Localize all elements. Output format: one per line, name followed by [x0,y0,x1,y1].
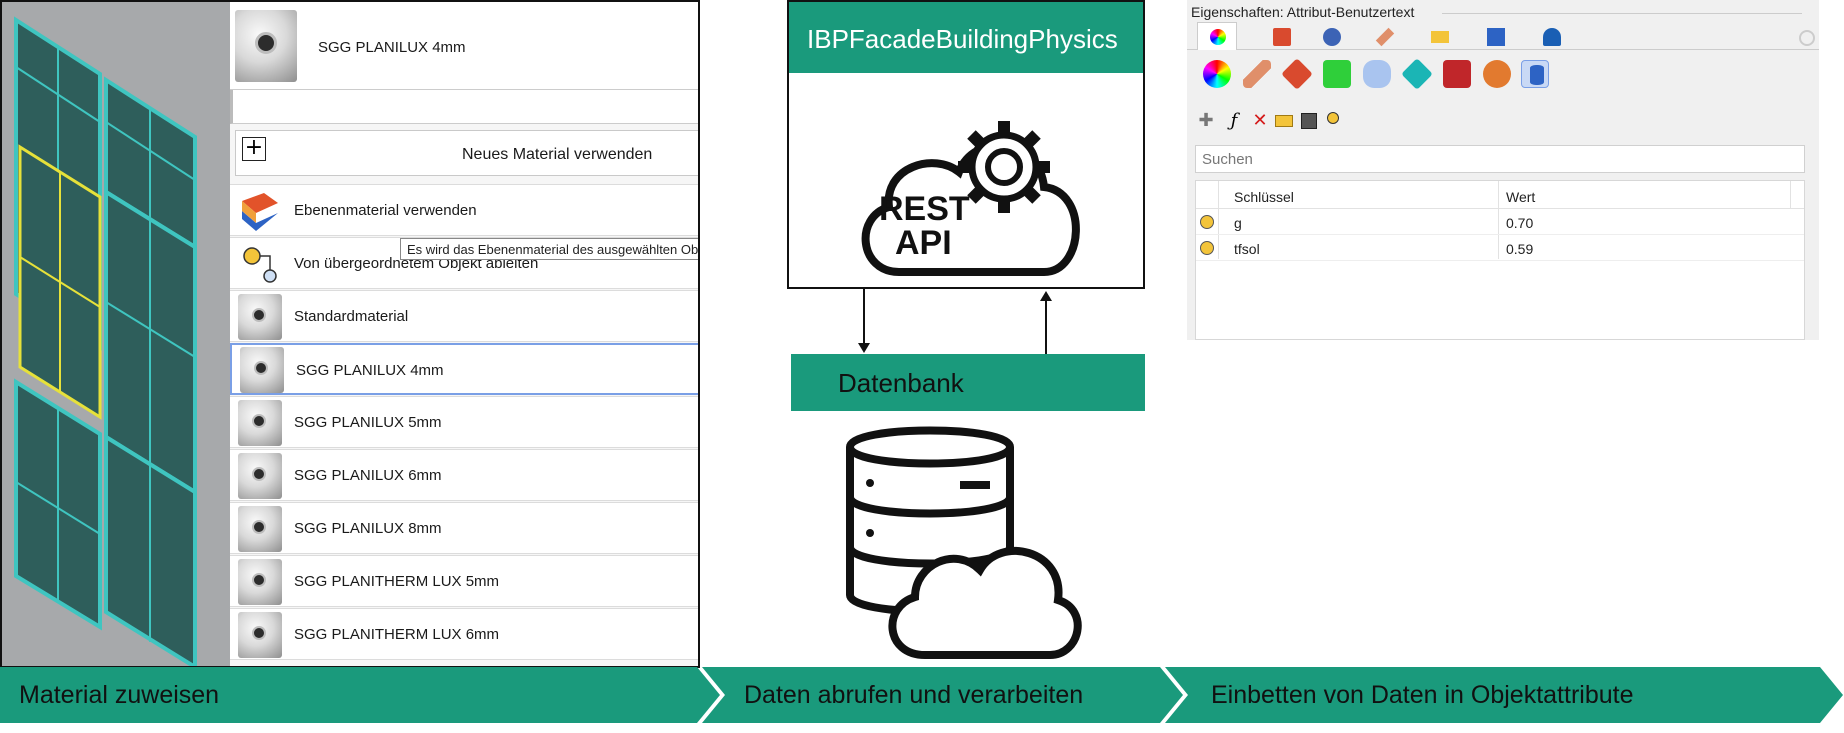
attribute-dot-icon [1200,241,1214,255]
material-option-planitherm-5mm[interactable]: SGG PLANITHERM LUX 5mm [230,555,698,607]
api-text: API [895,224,952,262]
material-option-label: SGG PLANITHERM LUX 5mm [294,573,500,590]
material-option-planitherm-6mm[interactable]: SGG PLANITHERM LUX 6mm [230,608,698,660]
material-option-label: Ebenenmaterial verwenden [294,202,477,219]
color-wheel-icon [1210,29,1226,45]
column-header-key[interactable]: Schlüssel [1234,189,1294,205]
figure: SGG PLANILUX 4mm + Neues Material verwen… [0,0,1844,733]
facade-model [14,16,197,666]
tab-pen[interactable] [1375,27,1395,47]
key-value-toolbar: ✚ ƒ ✕ [1187,110,1387,136]
properties-tabs [1187,22,1819,50]
function-icon[interactable]: ƒ [1223,110,1245,132]
material-sphere-icon [238,400,282,446]
material-option-planilux-6mm[interactable]: SGG PLANILUX 6mm [230,449,698,501]
material-option-label: SGG PLANILUX 8mm [294,520,442,537]
material-list-panel: SGG PLANILUX 4mm + Neues Material verwen… [230,2,698,666]
layer-material-icon [242,193,278,231]
row-key: tfsol [1234,241,1260,257]
surface-icon[interactable] [1323,60,1351,88]
arrow-down-icon [858,343,870,353]
pen-icon[interactable] [1243,60,1271,88]
tab-notifications[interactable] [1543,28,1561,46]
rest-api-cloud-icon: REST API [861,121,1080,276]
material-sphere-icon [238,506,282,552]
material-option-planilux-8mm[interactable]: SGG PLANILUX 8mm [230,502,698,554]
material-option-planilux-4mm[interactable]: SGG PLANILUX 4mm [230,343,698,395]
tab-display[interactable] [1487,28,1505,46]
block-icon[interactable] [1443,60,1471,88]
pipe-icon[interactable] [1363,60,1391,88]
material-option-label: SGG PLANILUX 5mm [294,414,442,431]
arrow-up-icon [1040,291,1052,301]
sphere-icon[interactable] [1483,60,1511,88]
user-text-icon[interactable] [1521,60,1549,88]
rest-text: REST [879,190,970,228]
row-key: g [1234,215,1242,231]
color-wheel-icon[interactable] [1203,60,1231,88]
step-1-label: Material zuweisen [19,681,220,709]
step-2-label: Daten abrufen und verarbeiten [744,681,1084,709]
material-option-label: Standardmaterial [294,308,409,325]
tab-layer[interactable] [1273,28,1291,46]
title-divider [1442,13,1802,14]
material-sphere-icon [238,612,282,658]
api-title: IBPFacadeBuildingPhysics [789,2,1143,73]
3d-viewport[interactable] [2,2,230,666]
database-cloud-icon [846,426,1082,659]
table-row[interactable]: tfsol 0.59 [1196,235,1804,261]
material-sphere-icon [235,10,297,82]
material-option-standard[interactable]: Standardmaterial [230,290,698,342]
box-icon[interactable] [1401,58,1433,90]
column-header-value[interactable]: Wert [1506,189,1535,205]
api-box: IBPFacadeBuildingPhysics REST API [787,0,1145,289]
material-sphere-icon [238,294,282,340]
process-steps: Material zuweisen Daten abrufen und vera… [0,667,1844,723]
row-value: 0.59 [1506,241,1534,257]
data-flow-arrows [858,287,1052,355]
row-value: 0.70 [1506,215,1534,231]
material-preview: SGG PLANILUX 4mm [230,2,698,90]
match-icon[interactable] [1327,112,1339,124]
preview-material-name: SGG PLANILUX 4mm [318,39,466,56]
tab-object[interactable] [1323,28,1341,46]
material-option-label: SGG PLANITHERM LUX 6mm [294,626,500,643]
material-option-layer[interactable]: Ebenenmaterial verwenden [230,184,698,236]
properties-panel: Eigenschaften: Attribut-Benutzertext ✚ ƒ… [1187,0,1819,340]
table-row[interactable]: g 0.70 [1196,209,1804,235]
material-option-label: SGG PLANILUX 4mm [296,362,444,379]
attribute-dot-icon [1200,215,1214,229]
property-pages-toolbar [1187,52,1819,96]
tooltip: Es wird das Ebenenmaterial des ausgewähl… [400,238,698,260]
material-name-field[interactable] [230,90,698,124]
search-input[interactable]: Suchen [1195,145,1805,173]
delete-icon[interactable]: ✕ [1249,110,1271,132]
new-material-button[interactable]: + Neues Material verwenden [235,130,698,176]
material-sphere-icon [238,453,282,499]
plus-icon: + [242,137,266,161]
parent-object-icon [243,247,277,283]
user-text-table: Schlüssel Wert g 0.70 tfsol 0.59 [1195,180,1805,340]
save-icon[interactable] [1301,113,1317,129]
open-folder-icon[interactable] [1275,115,1293,127]
material-sphere-icon [240,347,284,393]
tab-folder[interactable] [1431,31,1449,43]
material-option-planilux-5mm[interactable]: SGG PLANILUX 5mm [230,396,698,448]
material-option-label: SGG PLANILUX 6mm [294,467,442,484]
new-material-label: Neues Material verwenden [462,146,653,163]
material-assignment-screenshot: SGG PLANILUX 4mm + Neues Material verwen… [0,0,700,668]
add-icon[interactable]: ✚ [1195,110,1217,132]
material-sphere-icon [238,559,282,605]
gear-icon [958,121,1050,213]
step-3-label: Einbetten von Daten in Objektattribute [1211,681,1634,709]
database-label: Datenbank [791,354,1145,411]
tab-material-color[interactable] [1197,22,1237,50]
texture-icon[interactable] [1281,58,1313,90]
panel-title: Eigenschaften: Attribut-Benutzertext [1191,4,1415,20]
